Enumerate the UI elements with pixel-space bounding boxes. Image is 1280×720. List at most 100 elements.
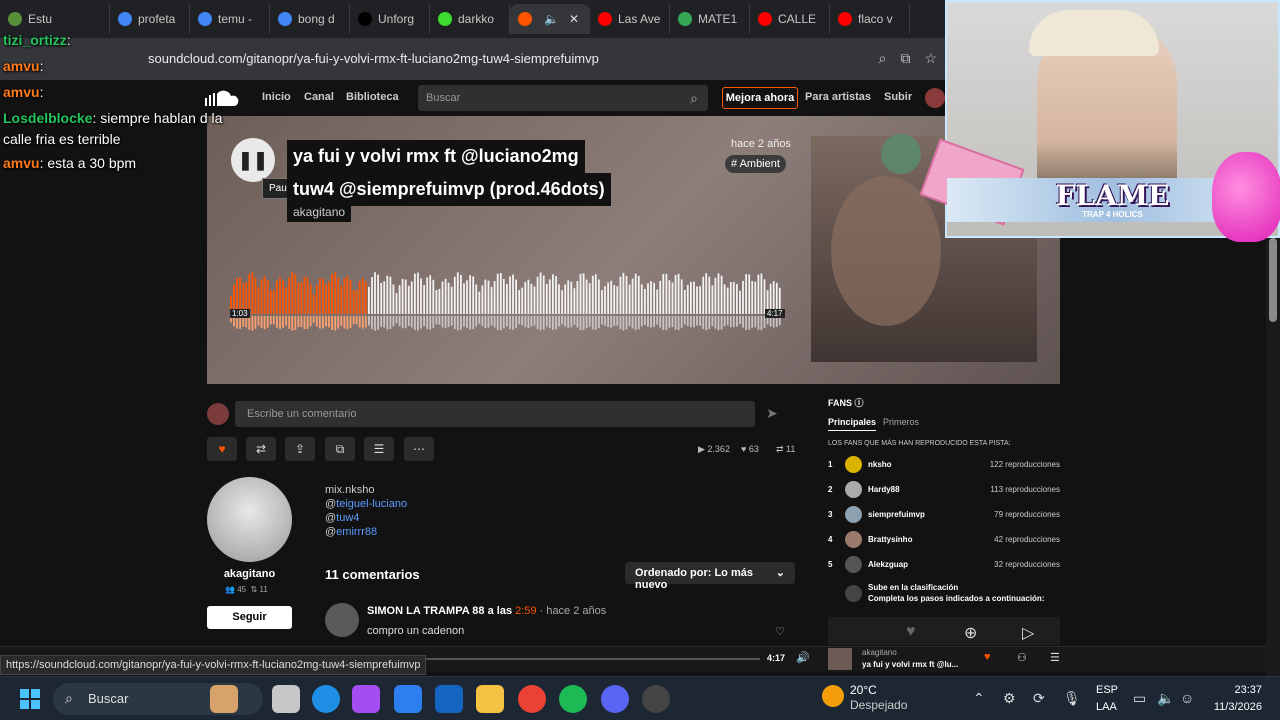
- notification-icon[interactable]: ☺: [1180, 690, 1194, 706]
- like-button[interactable]: ♥: [207, 437, 237, 461]
- mini-title[interactable]: ya fui y volvi rmx ft @lu...: [862, 660, 958, 669]
- send-icon[interactable]: ➤: [766, 405, 778, 422]
- comment-author[interactable]: SIMON LA TRAMPA 88 a las: [367, 605, 515, 617]
- edge-icon[interactable]: [312, 685, 340, 713]
- display-icon[interactable]: ▭: [1133, 690, 1146, 707]
- outlook-icon[interactable]: [435, 685, 463, 713]
- bookmark-icon[interactable]: ☆: [924, 50, 937, 67]
- file-explorer-icon[interactable]: [476, 685, 504, 713]
- copilot-icon[interactable]: [352, 685, 380, 713]
- upload-link[interactable]: Subir: [884, 91, 912, 103]
- upgrade-button[interactable]: Mejora ahora: [722, 87, 798, 109]
- follow-button[interactable]: Seguir: [207, 606, 292, 629]
- scroll-thumb[interactable]: [1269, 238, 1277, 322]
- browser-tab[interactable]: flaco v: [830, 4, 910, 34]
- close-tab-icon[interactable]: ✕: [569, 12, 579, 26]
- mention-link[interactable]: tuw4: [336, 512, 359, 524]
- fan-row[interactable]: 2 Hardy88 113 reproducciones: [828, 481, 1060, 499]
- weather-desc[interactable]: Despejado: [850, 698, 907, 712]
- uploader-name[interactable]: akagitano: [207, 568, 292, 580]
- chat-username[interactable]: amvu: [3, 84, 40, 100]
- fan-name[interactable]: Hardy88: [868, 485, 900, 494]
- comment-timestamp[interactable]: 2:59: [515, 605, 536, 617]
- like-icon[interactable]: ♥: [984, 651, 991, 663]
- heart-icon[interactable]: ♥: [906, 623, 916, 641]
- genre-tag[interactable]: # Ambient: [725, 155, 786, 173]
- user-avatar[interactable]: [925, 88, 945, 108]
- browser-tab[interactable]: 🔈 ✕: [510, 4, 590, 34]
- store-icon[interactable]: [394, 685, 422, 713]
- language-code[interactable]: ESP: [1096, 684, 1118, 696]
- task-view-icon[interactable]: [272, 685, 300, 713]
- fan-name[interactable]: Alekzguap: [868, 560, 908, 569]
- nav-feed[interactable]: Canal: [304, 91, 334, 103]
- add-user-icon[interactable]: ⊕: [964, 623, 977, 643]
- browser-tab[interactable]: Las Ave: [590, 4, 670, 34]
- mic-icon[interactable]: 🎙: [1063, 690, 1081, 707]
- browser-tab[interactable]: MATE1: [670, 4, 750, 34]
- weather-temp[interactable]: 20°C: [850, 683, 877, 697]
- date[interactable]: 11/3/2026: [1205, 701, 1262, 713]
- tray-sync-icon[interactable]: ⟳: [1033, 690, 1045, 707]
- follow-icon[interactable]: ⚇: [1017, 651, 1027, 664]
- chat-username[interactable]: amvu: [3, 155, 40, 171]
- tray-app-icon[interactable]: ⚙: [1003, 690, 1016, 707]
- windows-start-icon[interactable]: [20, 689, 40, 709]
- chat-username[interactable]: tizi_ortizz: [3, 32, 67, 48]
- queue-icon[interactable]: ☰: [1050, 651, 1060, 664]
- browser-tab[interactable]: CALLE: [750, 4, 830, 34]
- browser-tab[interactable]: darkko: [430, 4, 510, 34]
- chat-username[interactable]: Losdelblocke: [3, 110, 92, 126]
- fan-name[interactable]: nksho: [868, 460, 892, 469]
- chrome-icon[interactable]: [518, 685, 546, 713]
- fan-row[interactable]: 3 siempre­fuimvp 79 reproducciones: [828, 506, 1060, 524]
- spotify-icon[interactable]: [559, 685, 587, 713]
- play-icon[interactable]: ▷: [1022, 623, 1034, 643]
- nav-home[interactable]: Inicio: [262, 91, 291, 103]
- search-icon[interactable]: ⌕: [690, 90, 698, 107]
- tab-first-fans[interactable]: Primeros: [883, 417, 919, 427]
- tray-chevron-icon[interactable]: ⌃: [973, 690, 985, 707]
- repost-button[interactable]: ⇄: [246, 437, 276, 461]
- clock[interactable]: 23:37: [1210, 684, 1262, 696]
- fan-row[interactable]: 4 Brattysinho 42 reproducciones: [828, 531, 1060, 549]
- mini-artist[interactable]: akagitano: [862, 648, 897, 657]
- speaker-icon[interactable]: 🔈: [1157, 690, 1174, 707]
- fan-row[interactable]: 1 nksho 122 reproducciones: [828, 456, 1060, 474]
- fan-row[interactable]: 5 Alekzguap 32 reproducciones: [828, 556, 1060, 574]
- browser-tab[interactable]: bong d: [270, 4, 350, 34]
- track-artist[interactable]: akagitano: [287, 202, 352, 222]
- uploader-avatar[interactable]: [207, 477, 292, 562]
- scrollbar[interactable]: [1266, 238, 1280, 678]
- comment-author-avatar[interactable]: [325, 603, 359, 637]
- tab-top-fans[interactable]: Principales: [828, 417, 877, 431]
- tab-audio-icon[interactable]: 🔈: [544, 12, 559, 26]
- install-icon[interactable]: ⧉: [900, 50, 910, 67]
- browser-tab[interactable]: Unforg: [350, 4, 430, 34]
- fan-name[interactable]: siempre­fuimvp: [868, 510, 925, 519]
- discord-icon[interactable]: [601, 685, 629, 713]
- search-input[interactable]: Buscar ⌕: [418, 85, 708, 111]
- waveform[interactable]: [230, 266, 782, 336]
- chat-username[interactable]: amvu: [3, 58, 40, 74]
- info-icon[interactable]: ⓘ: [855, 398, 864, 408]
- comment-like-icon[interactable]: ♡: [775, 625, 785, 638]
- volume-icon[interactable]: 🔊: [796, 651, 810, 664]
- add-to-playlist-button[interactable]: ☰: [364, 437, 394, 461]
- copy-link-button[interactable]: ⧉: [325, 437, 355, 461]
- keyboard-layout[interactable]: LAA: [1096, 701, 1117, 713]
- widget-icon[interactable]: [210, 685, 238, 713]
- fan-name[interactable]: Brattysinho: [868, 535, 912, 544]
- for-artists-link[interactable]: Para artistas: [805, 91, 871, 103]
- obs-icon[interactable]: [642, 685, 670, 713]
- weather-icon[interactable]: [822, 685, 844, 707]
- sort-dropdown[interactable]: Ordenado por: Lo más nuevo ⌄: [625, 562, 795, 591]
- nav-library[interactable]: Biblioteca: [346, 91, 399, 103]
- zoom-icon[interactable]: ⌕: [879, 50, 887, 67]
- mini-artwork[interactable]: [828, 648, 852, 670]
- mention-link[interactable]: emirrr88: [336, 526, 377, 538]
- comment-input[interactable]: Escribe un comentario: [235, 401, 755, 427]
- mention-link[interactable]: teiguel-luciano: [336, 498, 407, 510]
- more-button[interactable]: ⋯: [404, 437, 434, 461]
- share-button[interactable]: ⇪: [285, 437, 315, 461]
